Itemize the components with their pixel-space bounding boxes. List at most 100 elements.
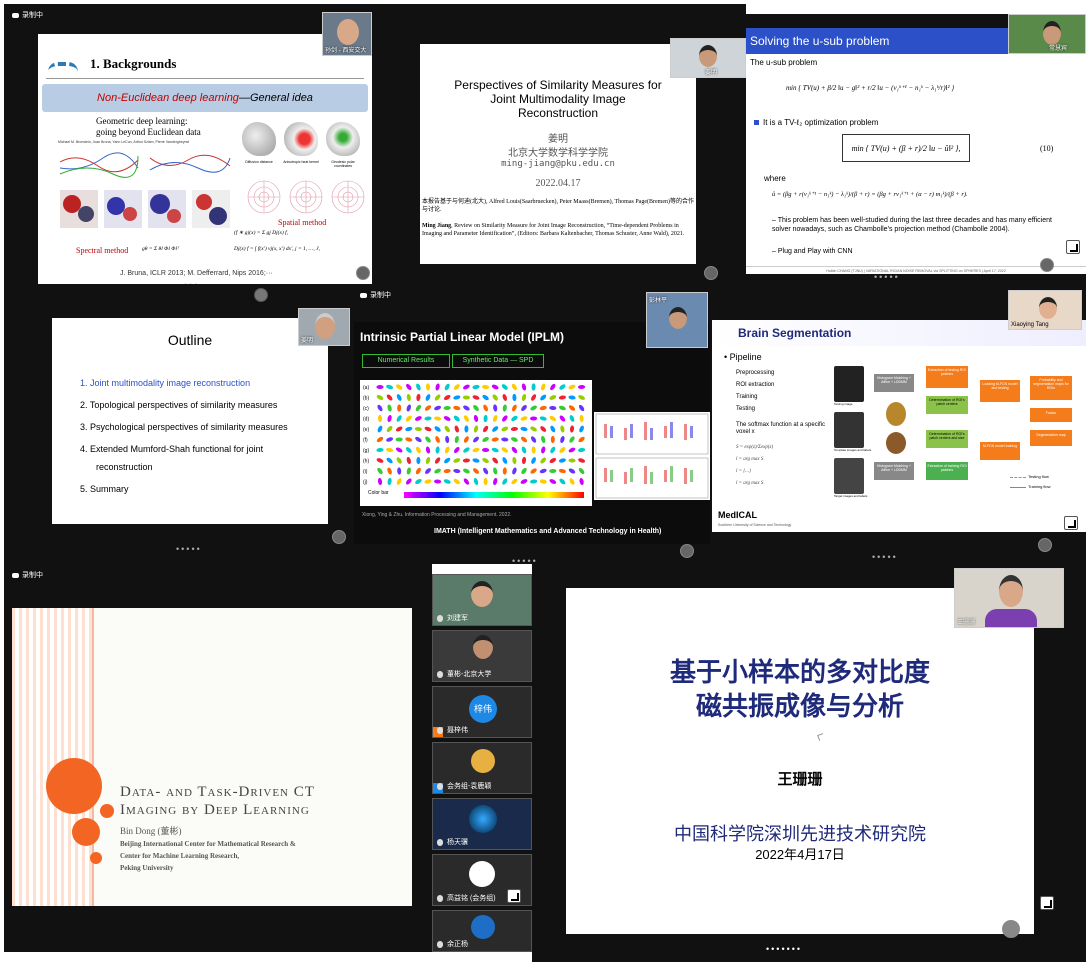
ellipsoid-glyph [482, 384, 490, 390]
ellipsoid-glyph [397, 404, 402, 412]
annotate-button[interactable] [704, 266, 718, 280]
ellipsoid-glyph [511, 383, 517, 391]
ellipsoid-glyph [435, 446, 440, 454]
ellipsoid-glyph [424, 426, 432, 432]
orange-circle-medium [72, 818, 100, 846]
gallery-tile-4[interactable]: 会务组-袁鹿颖 [432, 742, 532, 794]
ellipsoid-glyph [549, 479, 557, 484]
gallery-tile-7[interactable]: 余正杨 [432, 910, 532, 952]
ellipsoid-glyph [464, 425, 469, 433]
bullet-1-text: It is a TV-ℓ₂ optimization problem [763, 118, 879, 127]
slide-ct-imaging: Data- and Task-Driven CT Imaging by Deep… [12, 608, 412, 906]
ellipsoid-glyph [521, 383, 527, 391]
ellipsoid-glyph [483, 414, 488, 423]
outline-item-4[interactable]: 4. Extended Mumford-Shah functional for … [80, 444, 263, 454]
tab-numerical-results[interactable]: Numerical Results [362, 354, 450, 368]
ellipsoid-glyph [463, 405, 470, 411]
gallery-tile-2[interactable]: 董彬-北京大学 [432, 630, 532, 682]
ellipsoid-glyph [521, 393, 527, 402]
equation-2: min { TV(u) + (β + r)/2 ‖u − û‖² }, [851, 144, 961, 153]
slide-mri-title: 基于小样本的多对比度 磁共振成像与分析 王珊珊 中国科学院深圳先进技术研究院 2… [566, 588, 1034, 934]
gallery-tile-5[interactable]: 杨天骥 [432, 798, 532, 850]
email: ming-jiang@pku.edu.cn [501, 159, 615, 169]
date: 2022年4月17日 [755, 847, 845, 862]
title-rule [46, 78, 364, 79]
tab-synthetic-data[interactable]: Synthetic Data — SPD [452, 354, 544, 368]
ellipsoid-glyph [386, 394, 393, 401]
row-label: (g) [363, 448, 369, 454]
participant-face [471, 581, 493, 607]
ellipsoid-glyph [531, 446, 536, 454]
row-label: (f) [363, 438, 368, 444]
annotate-button[interactable] [680, 544, 694, 558]
mri-test [834, 366, 864, 402]
gallery-strip: 刘建军 董彬-北京大学 梓伟 聂梓伟 会务组-袁鹿颖 杨天骥 高益铭 (会务组)… [432, 574, 532, 952]
ellipsoid-glyph [406, 467, 411, 475]
video-panel-outline: Outline 1. Joint multimodality image rec… [4, 284, 350, 564]
ellipsoid-glyph [434, 426, 441, 432]
orange-circle-small-2 [90, 852, 102, 864]
ellipsoid-glyph [405, 415, 412, 422]
ellipsoid-glyph [443, 405, 451, 411]
ellipsoid-glyph [511, 478, 518, 485]
sub-bullet-2-text: Plug and Play with CNN [777, 248, 853, 255]
ellipsoid-glyph [568, 405, 576, 411]
ellipsoid-glyph [376, 447, 384, 453]
ellipsoid-glyph [501, 426, 509, 432]
softmax-text: The softmax function at a specific voxel… [736, 422, 826, 435]
mic-icon [437, 615, 443, 622]
annotate-button[interactable] [356, 266, 370, 280]
ellipsoid-glyph [568, 468, 576, 474]
mic-icon [437, 895, 443, 902]
ellipsoid-glyph [473, 468, 479, 474]
remote-control-button[interactable] [1040, 896, 1054, 910]
ellipsoid-glyph [453, 395, 461, 400]
ellipsoid-glyph [416, 383, 421, 391]
ellipsoid-glyph [483, 404, 488, 412]
citation: J. Bruna, ICLR 2013; M. Defferrard, Nips… [120, 270, 273, 277]
ellipsoid-glyph [472, 384, 480, 390]
ellipsoid-glyph [550, 435, 555, 444]
ellipsoid-glyph [492, 415, 498, 422]
ellipsoid-glyph [540, 383, 546, 391]
ellipsoid-glyph [405, 447, 412, 453]
ellipsoid-glyph [424, 479, 432, 484]
outline-item-1[interactable]: 1. Joint multimodality image reconstruct… [80, 378, 250, 388]
ellipsoid-glyph [444, 457, 451, 464]
gallery-tile-3[interactable]: 梓伟 聂梓伟 [432, 686, 532, 738]
outline-item-5[interactable]: 5. Summary [80, 484, 129, 494]
ellipsoid-glyph [424, 416, 432, 421]
speaker-name: 常慧宾 [1049, 46, 1068, 52]
pipeline-diagram: Testing image Template images and labels… [834, 366, 1074, 514]
mic-icon [437, 671, 443, 678]
gallery-tile-1[interactable]: 刘建军 [432, 574, 532, 626]
annotate-button[interactable] [332, 530, 346, 544]
speaker-face [1043, 21, 1061, 45]
remote-control-button[interactable] [1066, 240, 1080, 254]
author: 姜明 [548, 134, 568, 145]
outline-item-2[interactable]: 2. Topological perspectives of similarit… [80, 400, 277, 410]
annotate-button[interactable] [1002, 920, 1020, 938]
ellipsoid-glyph [435, 436, 440, 443]
row-label: (i) [363, 469, 368, 475]
gallery-tile-6[interactable]: 高益铭 (会务组) [432, 854, 532, 906]
speaker-face [669, 307, 687, 329]
annotate-button[interactable] [1038, 538, 1052, 552]
boxplot-figure [594, 412, 710, 500]
ellipsoid-glyph [501, 447, 508, 453]
remote-control-button[interactable] [507, 889, 521, 903]
affiliation-3: Peking University [120, 864, 174, 872]
annotate-button[interactable] [1040, 258, 1054, 272]
colorbar [404, 492, 584, 498]
ellipsoid-glyph [550, 425, 556, 433]
remote-control-button[interactable] [1064, 516, 1078, 530]
outline-item-3[interactable]: 3. Psychological perspectives of similar… [80, 422, 288, 432]
pipeline-label: Pipeline [729, 352, 762, 362]
ellipsoid-glyph [558, 395, 566, 400]
speaker-camera: 王珊珊 [954, 568, 1064, 628]
ellipsoid-glyph [376, 385, 384, 389]
equation-2-number: (10) [1040, 144, 1054, 153]
ellipsoid-glyph [443, 479, 451, 484]
ellipsoid-glyph [415, 436, 422, 443]
ellipsoid-glyph [377, 425, 383, 433]
